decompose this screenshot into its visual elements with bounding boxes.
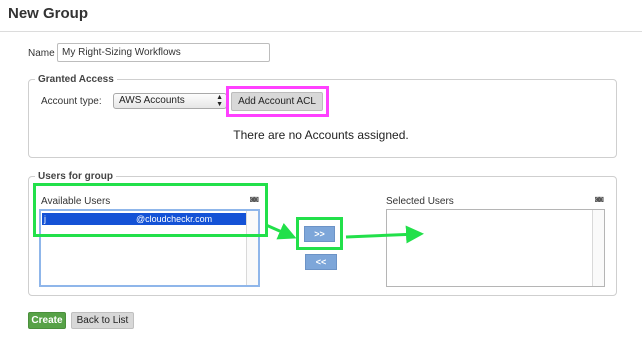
no-accounts-message: There are no Accounts assigned.: [233, 128, 409, 142]
name-input[interactable]: My Right-Sizing Workflows: [57, 43, 270, 62]
selected-users-label: Selected Users: [386, 196, 454, 207]
move-right-button[interactable]: >>: [304, 226, 335, 242]
title-divider: [0, 31, 642, 32]
users-for-group-legend: Users for group: [38, 171, 114, 182]
select-arrows-icon: ▲ ▼: [216, 94, 223, 108]
selected-users-list[interactable]: [386, 209, 605, 287]
list-scrollbar[interactable]: [592, 210, 604, 286]
back-to-list-button[interactable]: Back to List: [71, 312, 134, 329]
highlight-available-users: [33, 183, 268, 237]
account-type-value: AWS Accounts: [119, 95, 185, 106]
move-left-button[interactable]: <<: [305, 254, 337, 270]
account-type-label: Account type:: [41, 96, 102, 107]
account-type-select[interactable]: AWS Accounts ▲ ▼: [113, 93, 227, 109]
page-title: New Group: [8, 5, 89, 22]
binoculars-icon[interactable]: ◙◙: [595, 194, 604, 204]
granted-access-legend: Granted Access: [38, 74, 114, 85]
create-button[interactable]: Create: [28, 312, 66, 329]
highlight-add-acl: [226, 86, 329, 117]
name-label: Name: [28, 48, 55, 59]
